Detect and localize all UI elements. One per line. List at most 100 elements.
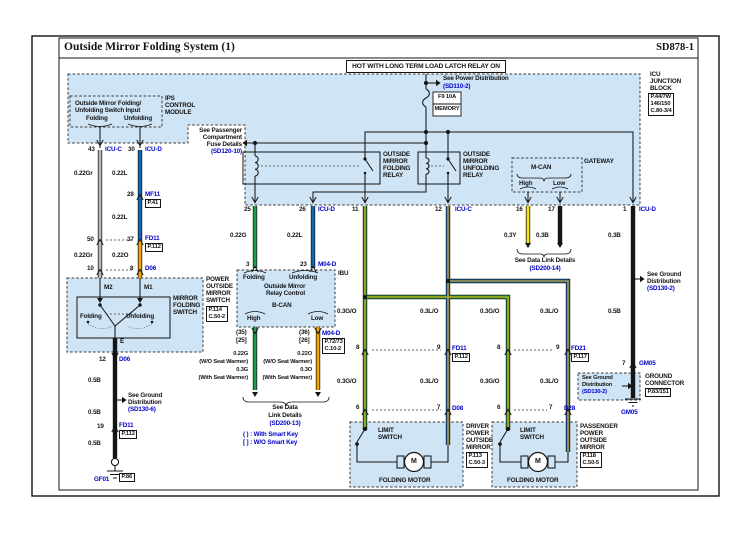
ref-c502: C.50-2	[208, 313, 226, 320]
wire-03go-1: 0.3G/O	[337, 308, 357, 315]
pin-37: 37	[127, 236, 134, 243]
wire-05b-1: 0.5B	[88, 377, 101, 384]
ibu-high: High	[247, 315, 261, 322]
ibu-low: Low	[311, 315, 324, 322]
ips-unfolding: Unfolding	[124, 115, 153, 122]
gnd-gm05-label: GM05	[621, 409, 638, 416]
icu-ref-3: C.80-3/4	[650, 107, 672, 114]
drv-name-3: OUTSIDE	[466, 437, 493, 444]
unfold-relay-4: RELAY	[463, 172, 484, 179]
gateway-label: GATEWAY	[584, 158, 614, 165]
sw-outer-1: POWER	[206, 276, 230, 283]
conn-fd11-19: FD11	[119, 422, 134, 429]
drv-name-4: MIRROR	[466, 444, 491, 451]
sw-unfolding: Unfolding	[126, 313, 155, 320]
see-power-dist-ref: (SD110-2)	[443, 83, 471, 90]
pin-8-left: 8	[130, 265, 134, 272]
pin-43: 43	[88, 146, 95, 153]
wire-03go-2: 0.3G/O	[480, 308, 500, 315]
gndbox-ref: (SD130-2)	[582, 389, 607, 395]
icu-ref-box: P.44/7W 146/150 C.80-3/4	[648, 93, 675, 116]
wire-03b-2: 0.3B	[608, 232, 621, 239]
smartkey-legend-2: [ ] : W/O Smart Key	[243, 439, 298, 446]
sw-name-1: MIRROR	[173, 295, 198, 302]
pin-17: 17	[548, 206, 555, 213]
wire-03lo-3: 0.3L/O	[420, 378, 439, 385]
pin-35p: (35)	[236, 329, 247, 336]
conn-d06-top: D06	[145, 265, 157, 272]
wire-03y: 0.3Y	[504, 232, 517, 239]
conn-mf11: MF11	[145, 191, 161, 198]
pin-12: 12	[99, 356, 106, 363]
ref-p117-box: P.117	[571, 353, 590, 362]
fold-relay-4: RELAY	[383, 172, 404, 179]
ibu-ctrl-1: Outside Mirror	[264, 283, 306, 290]
icu-ref-2: 146/150	[650, 100, 671, 107]
wiring-diagram-page: Outside Mirror Folding System (1) SD878-…	[0, 0, 749, 535]
wire-03lo-4: 0.3L/O	[540, 378, 559, 385]
conn-d06-bottom: D06	[119, 356, 131, 363]
ref-m04-box: P.72/73 C.10-2	[322, 338, 346, 354]
wire-stripes	[364, 206, 569, 452]
sw-name-2: FOLDING	[173, 302, 201, 309]
bcan-o-3: 0.3O	[300, 367, 312, 373]
wire-05b-r: 0.5B	[608, 308, 621, 315]
gndbox-2: Distribution	[582, 382, 613, 388]
icu-ref-1: P.44/7W	[650, 94, 672, 100]
smartkey-legend-1: ( ) : With Smart Key	[243, 431, 299, 438]
sw-outer-3: MIRROR	[206, 290, 231, 297]
ips-name-1: IPS	[165, 95, 175, 102]
conn-icu-d-1: ICU-D	[639, 206, 656, 213]
pin-9-p: 9	[556, 344, 560, 351]
pin-12r: 12	[435, 206, 442, 213]
pin-7-gm05: 7	[622, 360, 626, 367]
pin-23: 23	[300, 261, 307, 268]
wiring-art	[31, 35, 720, 497]
ref-p112-19: P.112	[119, 430, 138, 439]
ref-p114: P.114	[208, 307, 222, 313]
conn-fd21: FD21	[571, 345, 586, 352]
wire-03lo-1: 0.3L/O	[420, 308, 439, 315]
see-power-dist: See Power Distribution	[443, 75, 509, 82]
gnd2-note-2: Distribution	[647, 278, 681, 285]
dl13-note-1: See Data	[272, 404, 298, 411]
bcan-g-3: 0.3G	[236, 367, 248, 373]
pas-name-2: POWER	[580, 430, 604, 437]
ref-p112-19-text: P.112	[121, 431, 135, 437]
wire-022l-2: 0.22L	[112, 214, 128, 221]
pin-16: 16	[516, 206, 523, 213]
pass-fuse-note-ref: (SD120-10)	[210, 148, 242, 155]
bcan-g-2: (W/O Seat Warmer)	[199, 359, 248, 365]
pin-7-d: 7	[437, 404, 441, 411]
mcan-high: High	[519, 180, 533, 187]
gnd-gf01: GF01	[94, 476, 110, 483]
wire-03b-1: 0.3B	[536, 232, 549, 239]
wire-022gr-2: 0.22Gr	[74, 252, 93, 259]
sw-folding: Folding	[80, 313, 102, 320]
pin-7-p: 7	[549, 404, 553, 411]
pin-8-p: 8	[497, 344, 501, 351]
wire-03go-4: 0.3G/O	[480, 378, 500, 385]
conn-m04-top: M04-D	[318, 261, 337, 268]
gnd6-note-2: Distribution	[128, 399, 162, 406]
gnd6-note-1: See Ground	[128, 392, 163, 399]
ref-p112-motor-text: P.112	[454, 354, 468, 360]
conn-m04-bottom: M04-D	[322, 330, 341, 337]
pin-10: 10	[87, 265, 94, 272]
pin-28: 28	[127, 191, 134, 198]
conn-fd11-motor: FD11	[452, 345, 467, 352]
mcan-label: M-CAN	[531, 164, 552, 171]
bcan-o-4: (With Seat Warmer)	[262, 375, 313, 381]
ibu-ctrl-2: Relay Control	[266, 290, 305, 297]
pas-name-3: OUTSIDE	[580, 437, 607, 444]
drv-limit-2: SWITCH	[378, 434, 402, 441]
pas-limit-2: SWITCH	[520, 434, 544, 441]
fold-relay-3: FOLDING	[383, 165, 411, 172]
ref-p86-text: P.86	[121, 474, 133, 480]
ref-p114-box: P.114 C.50-2	[206, 306, 228, 322]
wire-05b-2: 0.5B	[88, 409, 101, 416]
gnd6-note-ref: (SD130-6)	[128, 406, 156, 413]
pin-6-d: 6	[356, 404, 360, 411]
gndbox-1: See Ground	[582, 375, 613, 381]
pas-name-1: PASSENGER	[580, 423, 618, 430]
